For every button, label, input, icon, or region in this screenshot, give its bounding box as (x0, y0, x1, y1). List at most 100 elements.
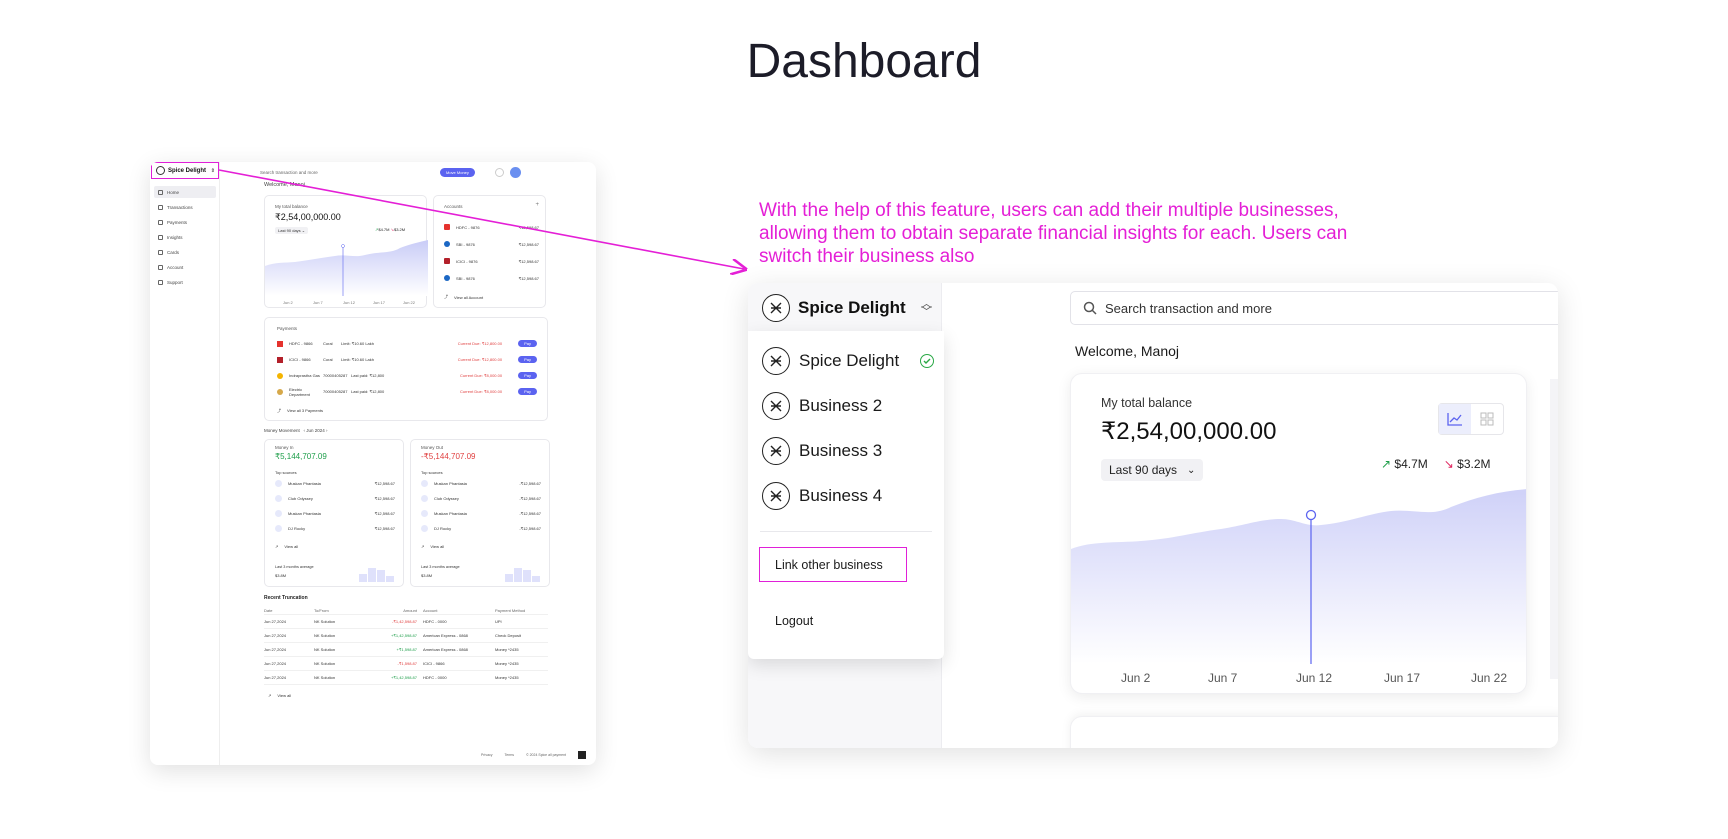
brand-name: Spice Delight (798, 298, 906, 317)
mini-avg-value: $3.8M (421, 573, 433, 578)
avatar (421, 494, 428, 502)
view-toggle (1438, 403, 1504, 435)
bank-icon (444, 275, 450, 281)
logo-icon (762, 294, 790, 322)
link-other-business-button[interactable]: Link other business (759, 547, 907, 582)
mini-source-name: Club Odyssey (434, 495, 459, 501)
mini-business-switcher[interactable]: Spice Delight ⇕ (151, 162, 219, 179)
mini-main: Welcome, Manoj My total balance ₹2,54,00… (264, 182, 584, 698)
avatar[interactable] (509, 166, 521, 178)
balance-label: My total balance (1101, 396, 1193, 410)
mini-account-row[interactable]: SBI - 9876 ₹12,598.67 (444, 273, 539, 283)
mini-source-amount: ₹12,598.67 (374, 510, 395, 516)
mini-move-money-button[interactable]: Move Money (440, 167, 475, 177)
mini-x-label: Jun 12 (343, 300, 356, 305)
mini-view-all-payments[interactable]: ⤴ View all 3 Payments (277, 405, 537, 416)
mini-payment-tag: 70000405287 (323, 389, 348, 394)
business-option-spice-delight[interactable]: Spice Delight (762, 346, 934, 376)
mini-payment-name: Electric Department (289, 386, 310, 397)
table-row[interactable]: Jun 27,2024 NK Solution +₹1,598.87 American… (264, 643, 548, 657)
mini-nav-cards[interactable]: Cards (154, 246, 216, 258)
mini-nav-home[interactable]: Home (154, 186, 216, 198)
mini-recent-transactions: Recent Truncation Date To/From Amount Ac… (264, 595, 548, 698)
mini-account-amount: ₹12,598.67 (518, 258, 539, 264)
gas-icon (277, 372, 283, 379)
mini-pay-button[interactable]: Pay (518, 340, 537, 347)
mini-account-row[interactable]: ICICI - 9876 ₹12,598.67 (444, 256, 539, 266)
search-input[interactable]: Search transaction and more (1070, 291, 1558, 325)
table-header-cell: To/From (314, 608, 329, 613)
mini-source-row: Club Odyssey -₹12,598.67 (421, 493, 541, 503)
table-header-cell: Date (264, 608, 273, 613)
mini-view-all[interactable]: ↗ View all (268, 693, 548, 698)
mini-money-out-value: -₹5,144,707.09 (421, 452, 476, 461)
table-row[interactable]: Jun 27,2024 NK Solution +₹1,42,598.87 HDFC … (264, 671, 548, 685)
feature-note: With the help of this feature, users can… (759, 200, 1348, 267)
help-icon[interactable] (578, 751, 586, 759)
mini-source-amount: ₹12,598.67 (374, 525, 395, 531)
mini-account-row[interactable]: HDFC - 9876 ₹12,598.67 (444, 222, 539, 232)
mini-updown: ↗$4.7M ↘$3.2M (375, 227, 405, 232)
mini-nav-insights[interactable]: Insights (154, 231, 216, 243)
table-cell: -₹1,598.87 (397, 661, 417, 666)
business-option-3[interactable]: Business 3 (762, 436, 934, 466)
mini-payment-row: HDFC - 9866 Coral Limit: ₹10.60 Lakh Curren… (277, 338, 537, 349)
mini-search-input[interactable]: Search transaction and more (260, 170, 440, 175)
business-switcher[interactable]: Spice Delight ︿ ﹀ (762, 291, 932, 325)
table-row[interactable]: Jun 27,2024 NK Solution -₹1,598.87 ICICI - … (264, 657, 548, 671)
notification-icon[interactable] (494, 167, 504, 177)
mini-nav-support[interactable]: Support (154, 276, 216, 288)
range-select[interactable]: Last 90 days ⌄ (1101, 459, 1204, 481)
mini-source-row: Muskan Phantasia ₹12,598.67 (275, 478, 395, 488)
table-cell: Jun 27,2024 (264, 675, 287, 680)
mini-source-name: DJ Rocky (434, 525, 452, 531)
mini-account-row[interactable]: SBI - 9876 ₹12,598.67 (444, 239, 539, 249)
add-icon[interactable]: + (535, 202, 539, 208)
line-chart-icon[interactable] (1439, 404, 1471, 434)
terms-link[interactable]: Terms (505, 753, 515, 757)
mini-view-all[interactable]: ↗ View all (421, 541, 541, 551)
mini-payment-limit: Limit: ₹10.60 Lakh (341, 357, 375, 362)
page: Dashboard Spice Delight ⇕ Home Transacti… (0, 0, 1728, 839)
mini-mm-month[interactable]: Jun 2024 (306, 428, 325, 433)
mini-view-all[interactable]: ↗ View all (275, 541, 395, 551)
link-icon: ⤴ (277, 407, 281, 413)
mini-payment-tag: 70000405287 (323, 373, 348, 378)
mini-avg-label: Last 3 months average (421, 565, 460, 569)
mini-account-amount: ₹12,598.67 (518, 275, 539, 281)
welcome-text: Welcome, Manoj (1075, 343, 1180, 359)
mini-pay-button[interactable]: Pay (518, 356, 537, 363)
mini-nav-payments[interactable]: Payments (154, 216, 216, 228)
table-header-cell: Payment Method (495, 608, 526, 613)
business-option-2[interactable]: Business 2 (762, 391, 934, 421)
mini-source-name: Muskan Phantasia (288, 480, 321, 486)
mini-account-name: SBI - 9876 (456, 275, 475, 281)
mini-source-row: Club Odyssey ₹12,598.67 (275, 493, 395, 503)
logout-button[interactable]: Logout (775, 614, 813, 628)
grid-icon[interactable] (1471, 404, 1503, 434)
table-cell: ICICI - 9866 (423, 661, 445, 666)
mini-pay-button[interactable]: Pay (518, 372, 537, 379)
table-cell: HDFC - 0000 (423, 619, 447, 624)
business-option-4[interactable]: Business 4 (762, 481, 934, 511)
mini-pay-button[interactable]: Pay (518, 388, 537, 395)
mini-nav-transactions[interactable]: Transactions (154, 201, 216, 213)
mini-range-select[interactable]: Last 90 days ⌄ (275, 227, 309, 234)
mini-nav-account[interactable]: Account (154, 261, 216, 273)
bank-icon (444, 224, 450, 230)
mini-payments-title: Payments (277, 326, 298, 331)
mini-payment-row: Indraprastha Gas 70000405287 Last paid: ₹1… (277, 370, 537, 381)
bank-icon (277, 356, 283, 363)
mini-source-amount: -₹12,598.67 (519, 480, 541, 486)
transactions-icon (158, 204, 163, 210)
privacy-link[interactable]: Privacy (481, 753, 492, 757)
arrow-up-right-icon: ↗ (1381, 457, 1392, 471)
mini-view-all-accounts[interactable]: ⤴ View all Account (444, 292, 539, 302)
mini-nav: Home Transactions Payments Insights Card… (154, 186, 216, 291)
mini-source-name: Muskan Phantasia (288, 510, 321, 516)
table-row[interactable]: Jun 27,2024 NK Solution +₹1,42,598.87 Ameri… (264, 629, 548, 643)
table-row[interactable]: Jun 27,2024 NK Solution -₹1,42,598.87 HDFC … (264, 615, 548, 629)
mini-view-all-label: View all 3 Payments (287, 408, 323, 413)
page-title: Dashboard (746, 35, 982, 88)
mini-range-label: Last 90 days (278, 228, 301, 233)
